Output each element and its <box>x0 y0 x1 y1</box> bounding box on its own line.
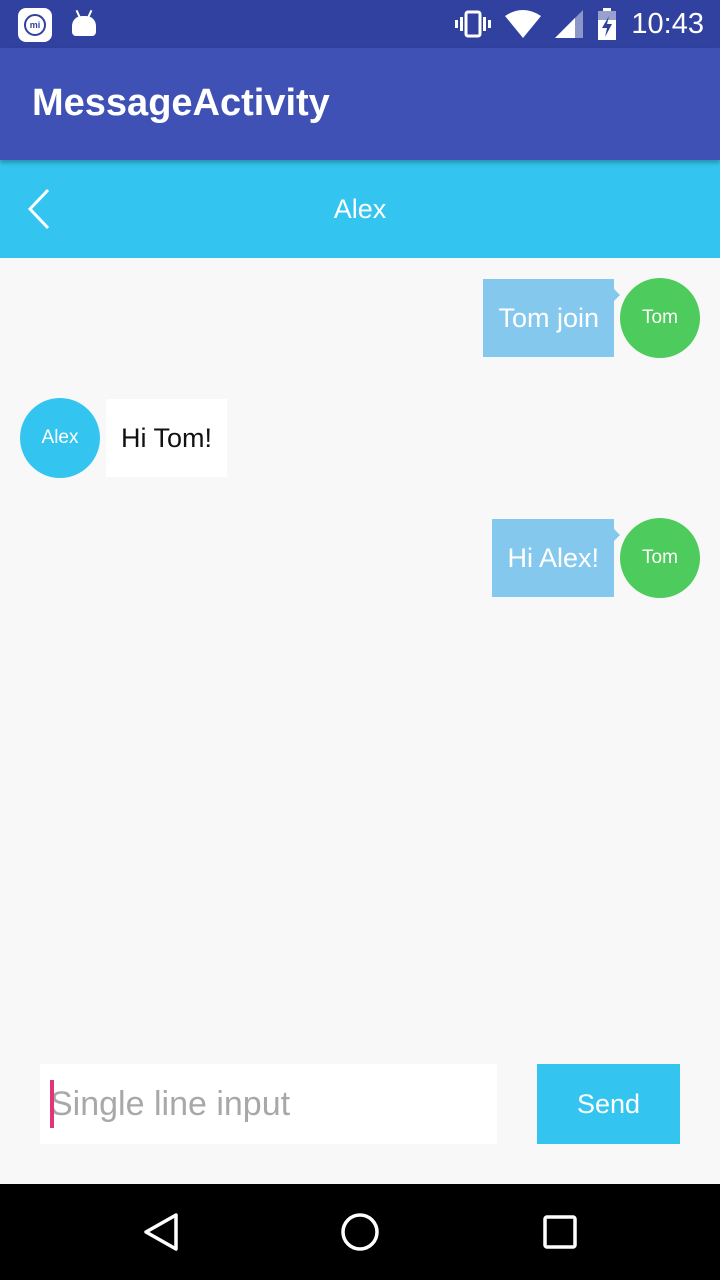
nav-recents-button[interactable] <box>542 1212 578 1257</box>
chat-title: Alex <box>333 194 387 224</box>
message-row-sent: Tom join Tom <box>0 278 720 358</box>
message-list: Tom join Tom Alex Hi Tom! Hi Alex! Tom <box>0 258 720 1184</box>
recents-square-icon <box>543 1215 577 1249</box>
message-bubble-sent[interactable]: Tom join <box>483 279 620 357</box>
back-triangle-icon <box>144 1213 178 1251</box>
android-icon <box>72 16 96 36</box>
signal-icon <box>555 10 584 38</box>
send-button[interactable]: Send <box>537 1064 680 1144</box>
avatar-tom[interactable]: Tom <box>620 518 700 598</box>
message-input[interactable] <box>40 1064 497 1144</box>
message-bubble-received[interactable]: Hi Tom! <box>106 399 228 477</box>
status-left-icons: mi <box>18 8 96 42</box>
home-circle-icon <box>341 1213 379 1251</box>
battery-icon <box>597 8 617 40</box>
message-bubble-sent[interactable]: Hi Alex! <box>492 519 620 597</box>
nav-back-button[interactable] <box>142 1212 180 1257</box>
mi-app-icon: mi <box>18 8 52 42</box>
app-title: MessageActivity <box>32 82 330 124</box>
status-time: 10:43 <box>631 7 704 40</box>
avatar-alex[interactable]: Alex <box>20 398 100 478</box>
status-bar: mi 10:43 <box>0 0 720 48</box>
chat-header: Alex <box>0 160 720 258</box>
app-bar: MessageActivity <box>0 48 720 160</box>
text-caret <box>50 1080 54 1128</box>
message-row-received: Alex Hi Tom! <box>0 398 720 478</box>
status-right-icons: 10:43 <box>455 0 704 48</box>
vibrate-icon <box>455 10 492 38</box>
system-nav-bar <box>0 1184 720 1280</box>
nav-home-button[interactable] <box>340 1212 380 1257</box>
message-row-sent: Hi Alex! Tom <box>0 518 720 598</box>
wifi-icon <box>505 10 542 38</box>
avatar-tom[interactable]: Tom <box>620 278 700 358</box>
